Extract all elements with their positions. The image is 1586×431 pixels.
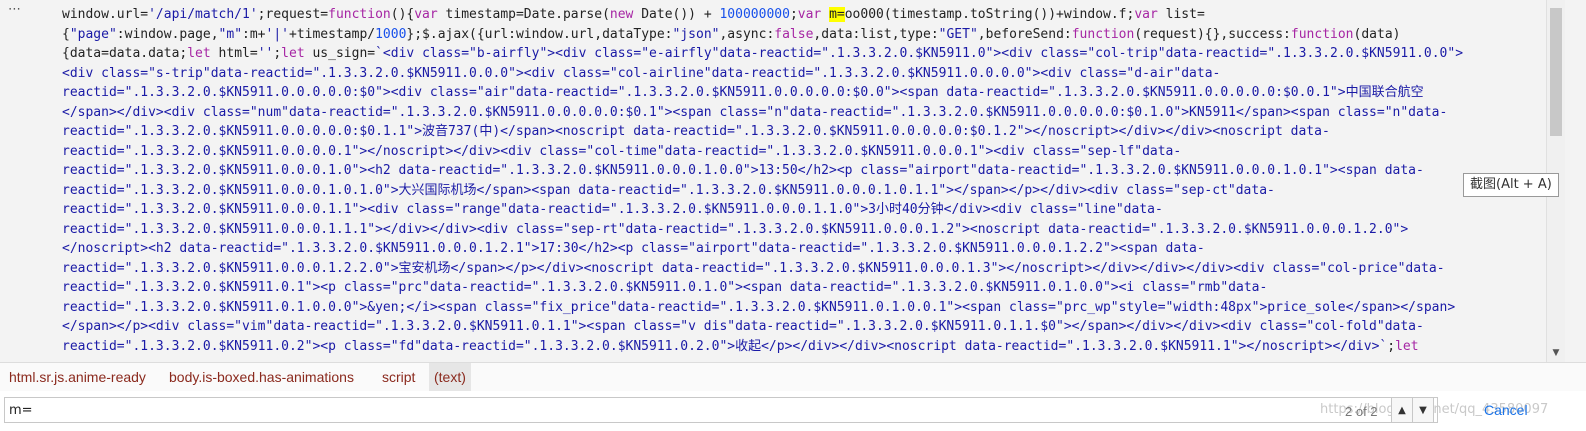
find-input[interactable] <box>4 397 1438 423</box>
code-line: reactid=".1.3.3.2.0.$KN5911.0.0.0.0.1"><… <box>62 142 1538 162</box>
code-token: html= <box>210 46 258 61</box>
code-token: let <box>281 46 305 61</box>
code-line: reactid=".1.3.3.2.0.$KN5911.0.0.0.1.0.1.… <box>62 181 1538 201</box>
code-token: var <box>414 7 438 22</box>
collapsed-node-ellipsis-icon[interactable]: ⋯ <box>0 2 30 17</box>
scroll-down-arrow-icon[interactable]: ▼ <box>1547 348 1565 358</box>
code-token: ,async: <box>719 26 775 42</box>
code-token: ,beforeSend: <box>977 26 1072 42</box>
code-line: </span></div><div class="num"data-reacti… <box>62 103 1538 123</box>
code-token: reactid=".1.3.3.2.0.$KN5911.0.0.0.1.1.1"… <box>62 221 1409 237</box>
search-match-highlight: m= <box>829 7 845 22</box>
code-token: :m+ <box>242 26 266 42</box>
code-token: window.url= <box>62 7 149 22</box>
code-token: (){ <box>390 7 415 22</box>
code-token: function <box>328 7 391 22</box>
code-token: Date()) + <box>633 7 720 22</box>
code-line: {"page":window.page,"m":m+'|'+timestamp/… <box>62 25 1538 45</box>
code-line: reactid=".1.3.3.2.0.$KN5911.0.1.0.0.0">&… <box>62 298 1538 318</box>
scrollbar-thumb[interactable] <box>1550 8 1562 136</box>
code-token: (request){},success: <box>1134 26 1291 42</box>
find-bar: https://blog.csdn.net/qq_43580097 2 of 2… <box>0 391 1586 431</box>
code-token: :window.page, <box>116 26 219 42</box>
code-token: var <box>1134 7 1158 22</box>
code-token: var <box>797 7 822 22</box>
code-token: +timestamp/ <box>289 26 376 42</box>
code-token: ;request= <box>257 7 329 22</box>
code-token: <div class="s-trip"data-reactid=".1.3.3.… <box>62 65 1221 81</box>
code-token: function <box>1071 26 1135 42</box>
code-token: timestamp=Date.parse( <box>437 7 610 22</box>
code-token: ; <box>789 7 798 22</box>
code-line: reactid=".1.3.3.2.0.$KN5911.0.0.0.1.0"><… <box>62 161 1538 181</box>
code-token: '|' <box>265 26 289 42</box>
code-token: let <box>1395 338 1419 354</box>
code-token: { <box>62 26 70 42</box>
code-line: reactid=".1.3.3.2.0.$KN5911.0.0.0.0.0:$0… <box>62 122 1538 142</box>
code-token: "GET" <box>938 26 978 42</box>
code-line: reactid=".1.3.3.2.0.$KN5911.0.0.0.1.2.2.… <box>62 259 1538 279</box>
code-line: <div class="s-trip"data-reactid=".1.3.3.… <box>62 64 1538 84</box>
find-next-button[interactable]: ▼ <box>1412 397 1434 423</box>
code-token: </span></p><div class="vim"data-reactid=… <box>62 319 1424 334</box>
code-token: 1000 <box>375 26 407 42</box>
code-token: function <box>1290 26 1354 42</box>
code-token: reactid=".1.3.3.2.0.$KN5911.0.0.0.0.0:$0… <box>62 124 1330 139</box>
match-count: 2 of 2 <box>1345 404 1378 419</box>
code-token: reactid=".1.3.3.2.0.$KN5911.0.0.0.1.1"><… <box>62 202 1163 217</box>
source-code-pane[interactable]: ⋯ window.url='/api/match/1';request=func… <box>0 0 1546 362</box>
code-token: reactid=".1.3.3.2.0.$KN5911.0.0.0.1.0"><… <box>62 163 1424 178</box>
cancel-button[interactable]: Cancel <box>1476 397 1536 423</box>
dom-breadcrumb: html.sr.js.anime-ready body.is-boxed.has… <box>0 362 1586 392</box>
breadcrumb-text[interactable]: (text) <box>429 363 471 391</box>
find-previous-button[interactable]: ▲ <box>1391 397 1413 423</box>
code-line: reactid=".1.3.3.2.0.$KN5911.0.2"><p clas… <box>62 337 1538 357</box>
code-token: `<div class="b-airfly"><div class="e-air… <box>375 46 1464 61</box>
screenshot-tooltip: 截图(Alt + A) <box>1463 173 1559 197</box>
code-token: false <box>774 26 814 42</box>
breadcrumb-html[interactable]: html.sr.js.anime-ready <box>4 363 151 391</box>
code-token: reactid=".1.3.3.2.0.$KN5911.0.0.0.0.0:$0… <box>62 85 1424 100</box>
code-token: '/api/match/1' <box>148 7 258 22</box>
breadcrumb-script[interactable]: script <box>377 363 420 391</box>
code-token: 100000000 <box>719 7 790 22</box>
code-line: reactid=".1.3.3.2.0.$KN5911.0.0.0.1.1"><… <box>62 200 1538 220</box>
code-token: "page" <box>69 26 117 42</box>
code-line: reactid=".1.3.3.2.0.$KN5911.0.0.0.0.0:$0… <box>62 83 1538 103</box>
breadcrumb-body[interactable]: body.is-boxed.has-animations <box>164 363 359 391</box>
code-line: </noscript><h2 data-reactid=".1.3.3.2.0.… <box>62 239 1538 259</box>
code-lines: window.url='/api/match/1';request=functi… <box>62 5 1538 356</box>
code-token: </noscript><h2 data-reactid=".1.3.3.2.0.… <box>62 241 1205 256</box>
code-token: list= <box>1157 7 1205 22</box>
code-token: let <box>187 46 211 61</box>
code-token: new <box>609 7 634 22</box>
code-token: reactid=".1.3.3.2.0.$KN5911.0.2"><p clas… <box>62 338 1388 354</box>
code-token: reactid=".1.3.3.2.0.$KN5911.0.0.0.0.1"><… <box>62 143 1182 159</box>
code-token: (data) <box>1353 26 1401 42</box>
code-line: </span></p><div class="vim"data-reactid=… <box>62 317 1538 337</box>
code-token: oo000(timestamp.toString())+window.f; <box>844 7 1135 22</box>
code-token: "json" <box>672 26 720 42</box>
code-line: reactid=".1.3.3.2.0.$KN5911.0.0.0.1.1.1"… <box>62 220 1538 240</box>
code-token: us_sign= <box>304 46 376 61</box>
code-token: };$.ajax({url:window.url,dataType: <box>406 26 673 42</box>
code-token: ; <box>1387 338 1396 354</box>
code-token: "m" <box>218 26 243 42</box>
code-line: {data=data.data;let html='';let us_sign=… <box>62 44 1538 64</box>
code-token: '' <box>257 46 274 61</box>
code-line: reactid=".1.3.3.2.0.$KN5911.0.1"><p clas… <box>62 278 1538 298</box>
code-token: ,data:list,type: <box>813 26 939 42</box>
code-line: window.url='/api/match/1';request=functi… <box>62 5 1538 25</box>
code-token: reactid=".1.3.3.2.0.$KN5911.0.1"><p clas… <box>62 280 1268 295</box>
code-token: reactid=".1.3.3.2.0.$KN5911.0.0.0.1.0.1.… <box>62 182 1275 198</box>
code-token: reactid=".1.3.3.2.0.$KN5911.0.1.0.0.0">&… <box>62 299 1456 315</box>
code-token: reactid=".1.3.3.2.0.$KN5911.0.0.0.1.2.2.… <box>62 260 1445 276</box>
code-token: {data=data.data; <box>62 46 188 61</box>
code-token: ; <box>273 46 282 61</box>
code-token: </span></div><div class="num"data-reacti… <box>62 104 1448 120</box>
